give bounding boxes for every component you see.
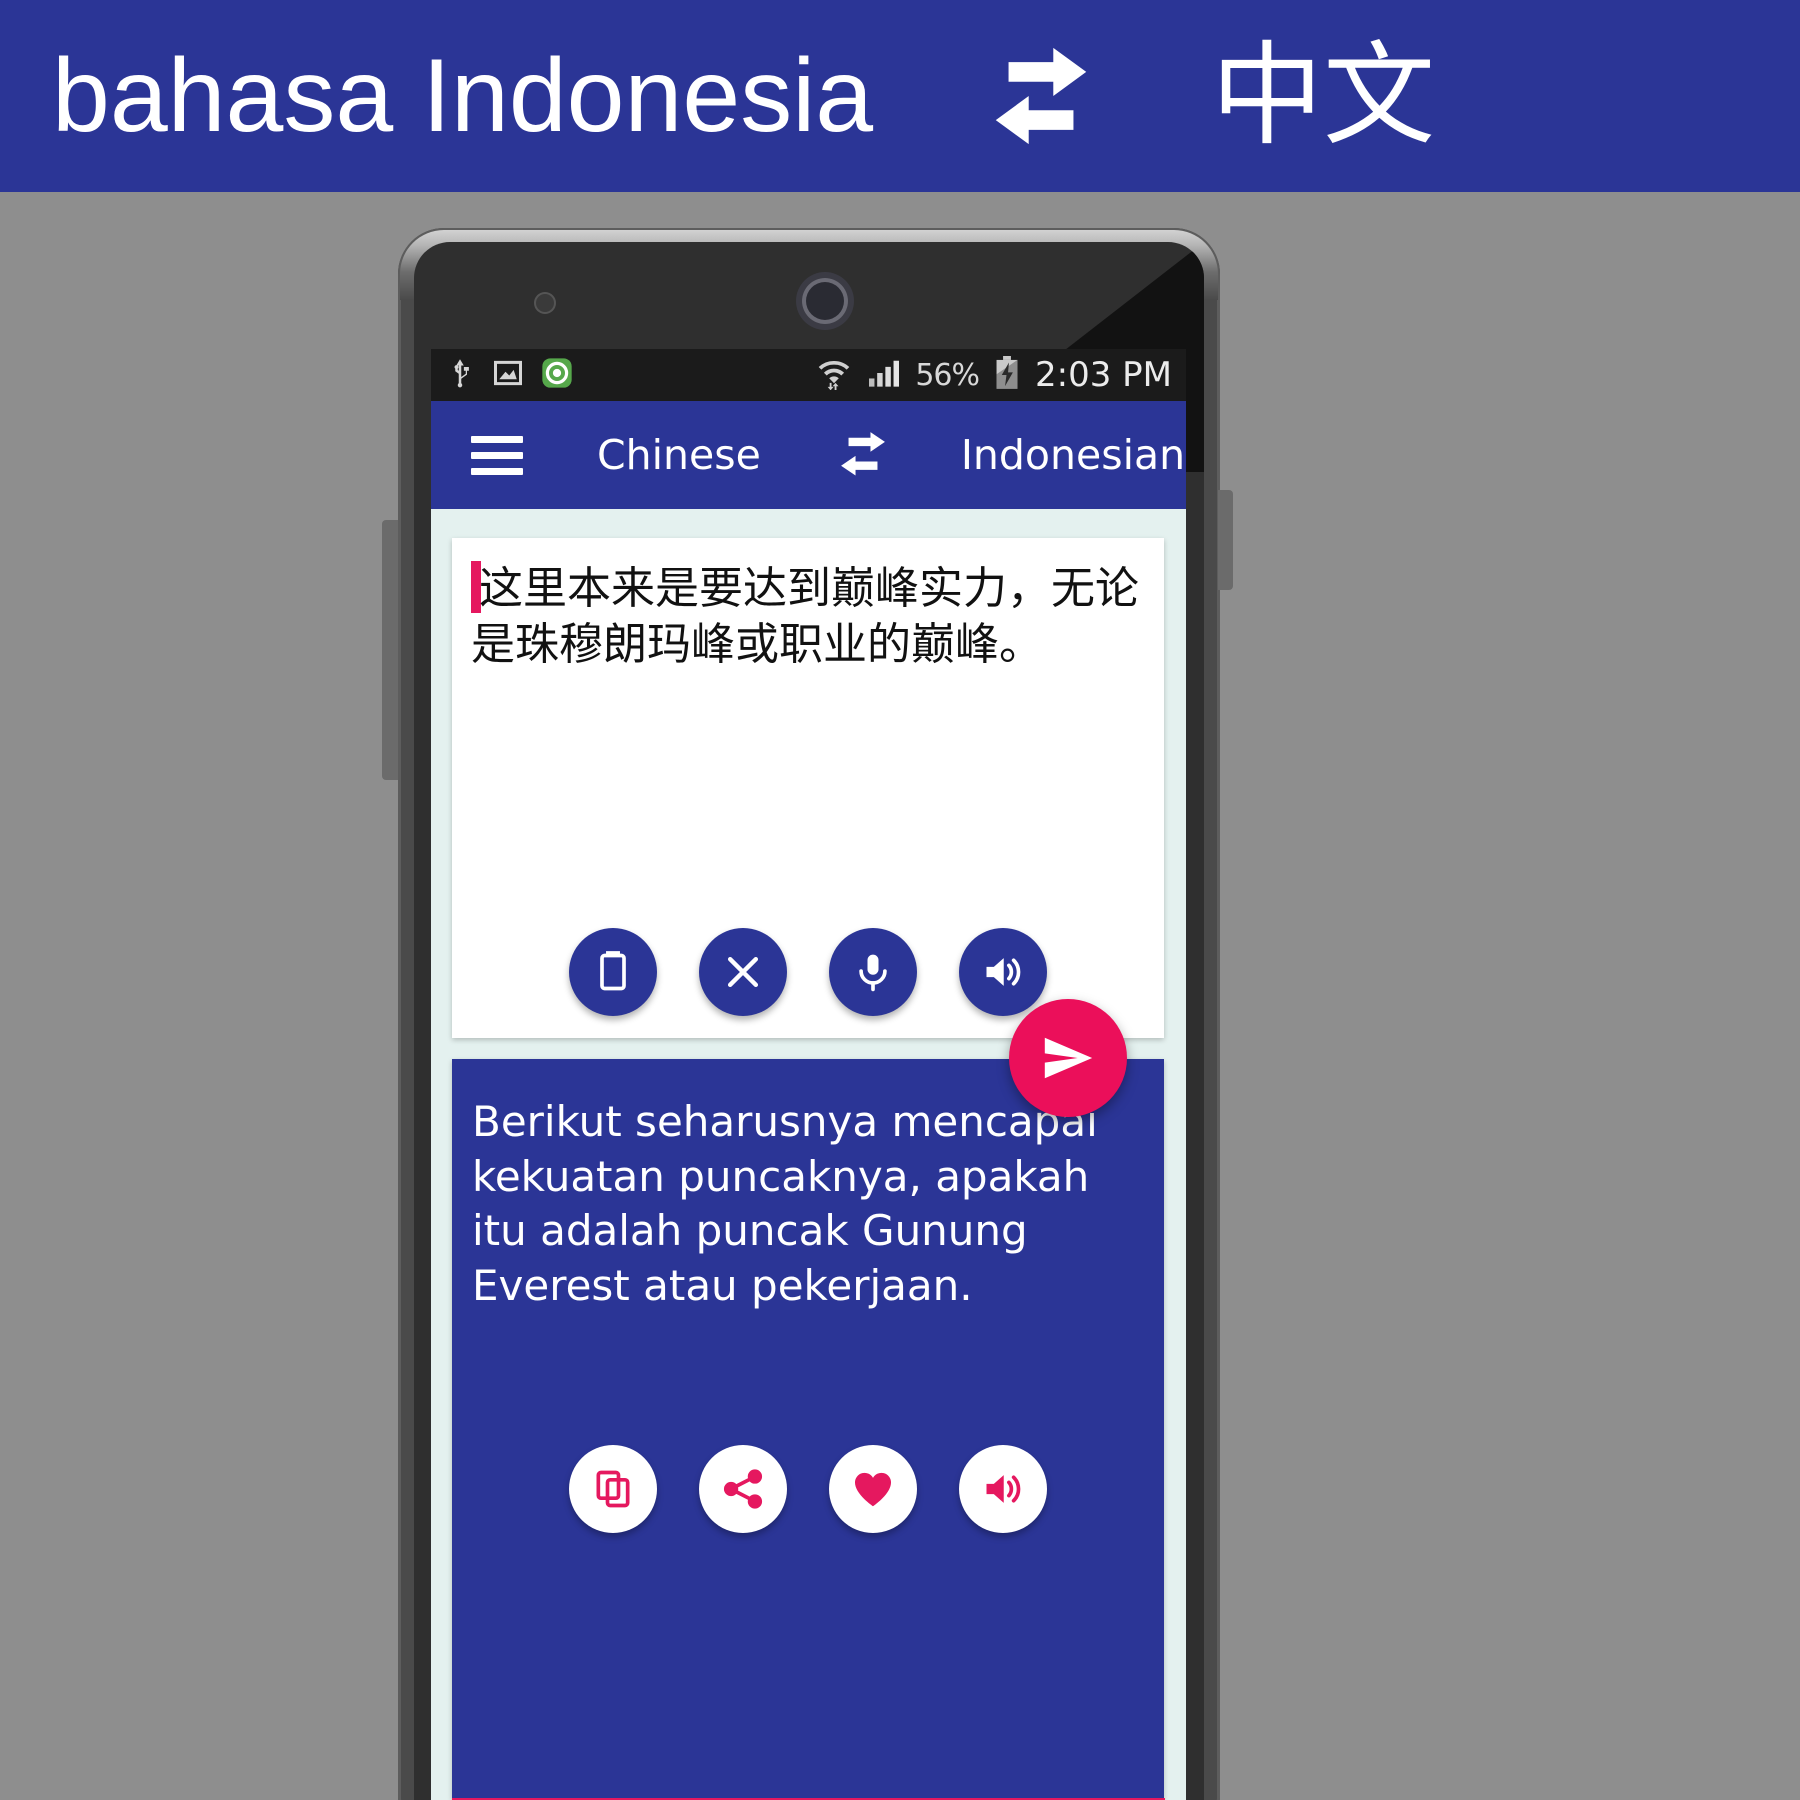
location-target-icon	[541, 357, 573, 394]
banner-source-language: bahasa Indonesia	[52, 38, 874, 154]
source-text-value: 这里本来是要达到巅峰实力，无论是珠穆朗玛峰或职业的巅峰。	[471, 563, 1139, 670]
cell-signal-icon	[867, 358, 901, 393]
result-action-bar	[452, 1445, 1164, 1533]
screenshot-image-icon	[493, 358, 523, 393]
target-language-selector[interactable]: Indonesian	[961, 431, 1185, 479]
battery-percent-label: 56%	[915, 357, 980, 393]
status-bar-left-icons	[445, 356, 573, 395]
copy-button[interactable]	[569, 1445, 657, 1533]
app-promo-banner: bahasa Indonesia 中文	[0, 0, 1800, 192]
clock-label: 2:03 PM	[1035, 355, 1172, 395]
translated-text-value: Berikut seharusnya mencapai kekuatan pun…	[472, 1097, 1098, 1310]
volume-button[interactable]	[382, 520, 398, 780]
wifi-icon	[815, 356, 853, 395]
status-bar-right-icons: 56% 2:03 PM	[815, 355, 1172, 395]
share-button[interactable]	[699, 1445, 787, 1533]
app-toolbar: Chinese Indonesian	[431, 401, 1186, 509]
translate-send-button[interactable]	[1009, 999, 1127, 1117]
swap-languages-icon[interactable]	[835, 430, 891, 480]
voice-input-button[interactable]	[829, 928, 917, 1016]
translation-result-card: Berikut seharusnya mencapai kekuatan pun…	[452, 1059, 1164, 1799]
speak-target-button[interactable]	[959, 1445, 1047, 1533]
battery-charging-icon	[993, 355, 1021, 395]
paste-button[interactable]	[569, 928, 657, 1016]
source-language-selector[interactable]: Chinese	[597, 431, 761, 479]
status-bar: 56% 2:03 PM	[431, 349, 1186, 401]
phone-screen: 56% 2:03 PM Chinese Indonesian 这里本来是要达到巅…	[431, 349, 1186, 1800]
proximity-sensor-icon	[534, 292, 556, 314]
source-text-card: 这里本来是要达到巅峰实力，无论是珠穆朗玛峰或职业的巅峰。	[452, 538, 1164, 1038]
usb-icon	[445, 356, 475, 395]
hamburger-menu-icon[interactable]	[471, 435, 523, 475]
power-button[interactable]	[1218, 490, 1233, 590]
swap-horizontal-icon	[981, 36, 1101, 156]
source-text-input[interactable]: 这里本来是要达到巅峰实力，无论是珠穆朗玛峰或职业的巅峰。	[471, 561, 1142, 673]
screenshot-root: bahasa Indonesia 中文 56% 2:03 PM Chinese …	[0, 0, 1800, 1800]
speak-source-button[interactable]	[959, 928, 1047, 1016]
front-camera-icon	[802, 278, 848, 324]
favorite-button[interactable]	[829, 1445, 917, 1533]
banner-target-language: 中文	[1211, 31, 1436, 161]
clear-button[interactable]	[699, 928, 787, 1016]
